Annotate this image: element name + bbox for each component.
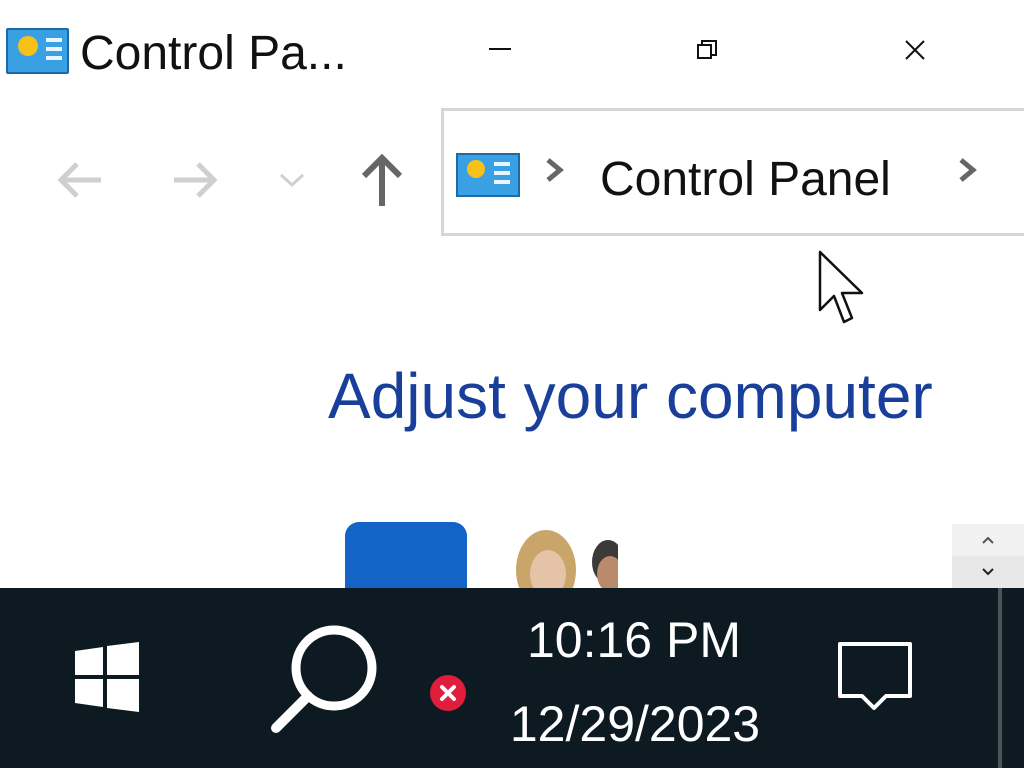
back-button[interactable] [45,150,115,210]
arrow-right-icon [174,162,218,198]
start-button[interactable] [72,642,142,712]
arrow-up-icon [361,153,403,206]
notification-icon [838,642,912,710]
security-shield-icon[interactable] [345,522,467,588]
control-panel-icon [6,28,69,74]
up-button[interactable] [350,150,414,210]
breadcrumb-control-panel[interactable]: Control Panel [600,150,891,210]
scroll-up-button[interactable] [952,524,1024,556]
error-badge-icon[interactable] [430,675,466,711]
search-button[interactable] [268,620,383,735]
window-title: Control Pa... [80,27,347,80]
scroll-down-button[interactable] [952,556,1024,588]
minimize-button[interactable] [465,20,535,80]
mouse-cursor-icon [818,250,870,333]
page-heading: Adjust your computer [328,360,933,432]
arrow-left-icon [57,162,101,198]
chevron-down-icon [279,173,305,188]
close-icon [905,40,925,60]
clock-date[interactable]: 12/29/2023 [490,694,780,754]
chevron-up-icon [982,536,994,544]
close-button[interactable] [880,20,950,80]
breadcrumb-chevron-icon[interactable] [542,150,566,200]
search-icon [271,625,377,733]
restore-button[interactable] [672,20,742,80]
minimize-icon [489,48,511,50]
restore-icon [697,40,717,59]
recent-locations-button[interactable] [270,150,314,210]
forward-button[interactable] [160,150,230,210]
chevron-down-icon [982,568,994,576]
control-panel-icon [456,153,520,197]
windows-logo-icon [75,642,139,712]
show-desktop-divider[interactable] [998,588,1002,768]
user-accounts-icon[interactable] [508,528,618,588]
action-center-button[interactable] [836,640,916,714]
clock-time[interactable]: 10:16 PM [500,610,768,670]
breadcrumb-chevron-icon[interactable] [955,150,979,200]
